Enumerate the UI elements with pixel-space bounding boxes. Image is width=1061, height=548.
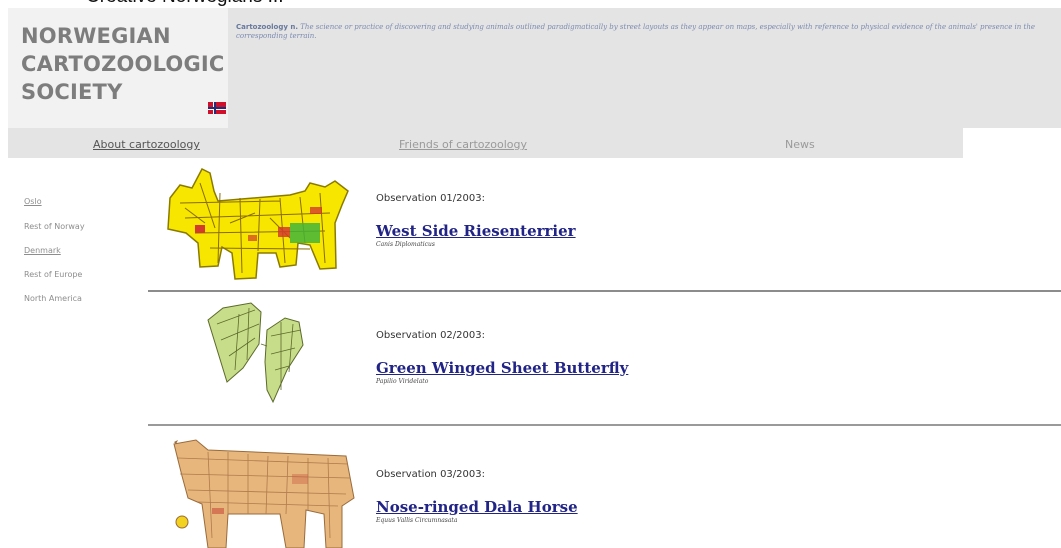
sidebar-item-oslo[interactable]: Oslo (24, 197, 42, 206)
norway-flag-icon[interactable] (208, 102, 226, 114)
dog-map-image[interactable] (160, 163, 350, 283)
logo-line: NORWEGIAN (21, 24, 171, 48)
observation-latin-name: Canis Diplomaticus (376, 241, 435, 248)
nav-about-link[interactable]: About cartozoology (93, 138, 200, 151)
nav-news-link[interactable]: News (785, 138, 815, 151)
logo-line: CARTOZOOLOGIC (21, 52, 225, 76)
observation-title-link[interactable]: West Side Riesenterrier (376, 222, 576, 240)
butterfly-map-image[interactable] (203, 300, 313, 410)
definition-term: Cartozoology n. (236, 23, 299, 31)
horse-map-image[interactable] (168, 438, 358, 548)
observation-label: Observation 02/2003: (376, 330, 485, 341)
definition-text: The science or practice of discovering a… (236, 23, 1035, 40)
nav-friends-link[interactable]: Friends of cartozoology (399, 138, 527, 151)
observation-latin-name: Papilio Viridelato (376, 378, 429, 385)
observation-latin-name: Equus Vallis Circumnasata (376, 517, 458, 524)
page-caption: Creative Norwegians ... (86, 0, 283, 8)
sidebar-item-rest-of-norway[interactable]: Rest of Norway (24, 222, 85, 231)
site-logo: NORWEGIAN CARTOZOOLOGIC SOCIETY (21, 22, 225, 106)
divider (148, 424, 1061, 426)
logo-block[interactable]: NORWEGIAN CARTOZOOLOGIC SOCIETY (8, 8, 228, 128)
observation-title-link[interactable]: Green Winged Sheet Butterfly (376, 359, 628, 377)
sidebar-item-rest-of-europe[interactable]: Rest of Europe (24, 270, 82, 279)
divider (148, 290, 1061, 292)
logo-line: SOCIETY (21, 80, 123, 104)
observation-label: Observation 01/2003: (376, 193, 485, 204)
site-definition: Cartozoology n. The science or practice … (236, 23, 1056, 41)
observation-label: Observation 03/2003: (376, 469, 485, 480)
sidebar-item-north-america[interactable]: North America (24, 294, 82, 303)
sidebar-item-denmark[interactable]: Denmark (24, 246, 61, 255)
observation-title-link[interactable]: Nose-ringed Dala Horse (376, 498, 578, 516)
